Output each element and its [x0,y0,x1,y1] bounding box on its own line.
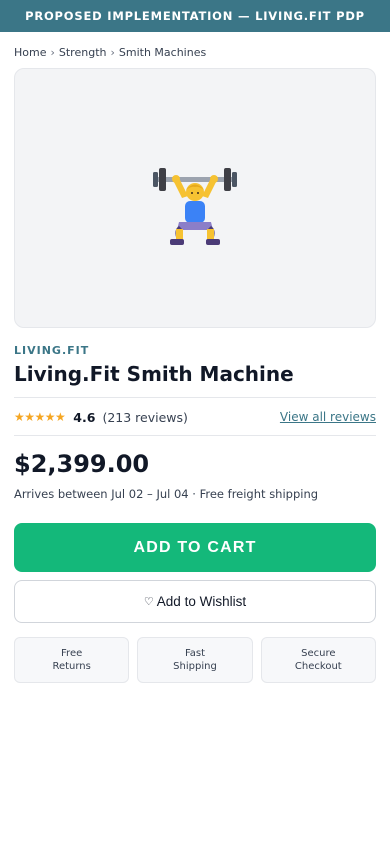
rating-row: ★★★★★ 4.6 (213 reviews) View all reviews [14,408,376,426]
product-image-gallery[interactable] [14,68,376,328]
divider [14,435,376,436]
secure-checkout-badge: Secure Checkout [260,637,376,683]
heart-icon: ♡ [143,596,154,608]
star-rating-icon: ★★★★★ [14,410,66,424]
free-returns-badge: Free Returns [14,637,130,683]
product-brand: LIVING.FIT [14,344,90,357]
review-count: (213 reviews) [102,409,188,425]
top-banner: PROPOSED IMPLEMENTATION — LIVING.FIT PDP [0,0,390,32]
breadcrumb-separator: › [110,46,115,59]
delivery-estimate: Arrives between Jul 02 – Jul 04 · Free f… [14,487,319,501]
banner-text: PROPOSED IMPLEMENTATION — LIVING.FIT PDP [25,9,365,23]
feature-badges: Free Returns Fast Shipping Secure Checko… [14,637,376,683]
add-to-wishlist-button[interactable]: ♡ Add to Wishlist [14,580,376,623]
fast-shipping-badge: Fast Shipping [137,637,253,683]
divider [14,397,376,398]
breadcrumb: Home › Strength › Smith Machines [14,46,206,59]
product-price: $2,399.00 [14,450,150,478]
breadcrumb-smith-machines-link[interactable]: Smith Machines [119,46,206,59]
product-title: Living.Fit Smith Machine [14,362,294,386]
breadcrumb-strength-link[interactable]: Strength [59,46,107,59]
weightlifter-icon [153,168,237,245]
wishlist-label: Add to Wishlist [156,594,247,609]
rating-value: 4.6 [73,409,96,425]
view-all-reviews-link[interactable]: View all reviews [280,410,376,424]
add-to-cart-button[interactable]: ADD TO CART [14,523,376,572]
breadcrumb-home-link[interactable]: Home [14,46,46,59]
breadcrumb-separator: › [50,46,55,59]
